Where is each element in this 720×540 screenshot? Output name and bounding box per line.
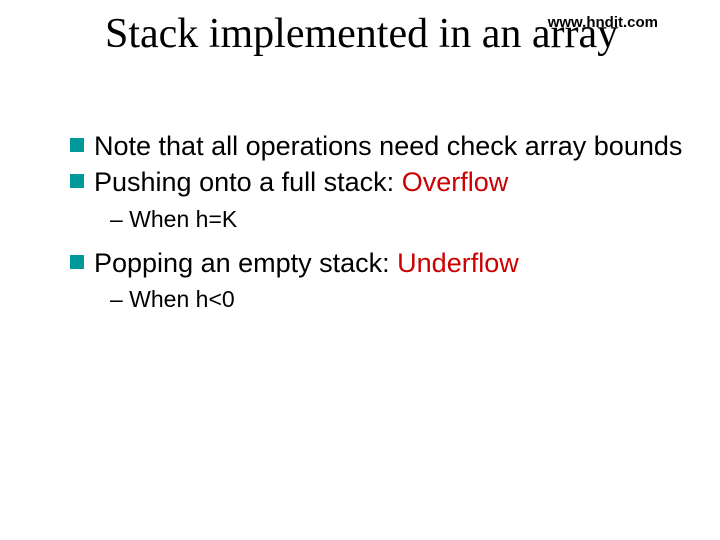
slide-content: Note that all operations need check arra… [70, 130, 690, 327]
watermark-url: www.hndit.com [548, 14, 658, 31]
bullet-prefix: Popping an empty stack: [94, 248, 397, 278]
bullet-prefix: Pushing onto a full stack: [94, 167, 402, 197]
slide-title: Stack implemented in an array [105, 10, 618, 58]
underflow-highlight: Underflow [397, 248, 519, 278]
bullet-text: Popping an empty stack: Underflow [94, 247, 519, 281]
sub-bullet-item: – When h<0 [110, 286, 690, 313]
bullet-square-icon [70, 255, 84, 269]
sub-bullet-item: – When h=K [110, 206, 690, 233]
bullet-square-icon [70, 174, 84, 188]
bullet-item: Note that all operations need check arra… [70, 130, 690, 164]
bullet-square-icon [70, 138, 84, 152]
sub-bullet-text: – When h<0 [110, 286, 690, 313]
sub-bullet-text: – When h=K [110, 206, 690, 233]
overflow-highlight: Overflow [402, 167, 509, 197]
bullet-item: Pushing onto a full stack: Overflow [70, 166, 690, 200]
bullet-text: Pushing onto a full stack: Overflow [94, 166, 508, 200]
bullet-text: Note that all operations need check arra… [94, 130, 682, 164]
bullet-item: Popping an empty stack: Underflow [70, 247, 690, 281]
